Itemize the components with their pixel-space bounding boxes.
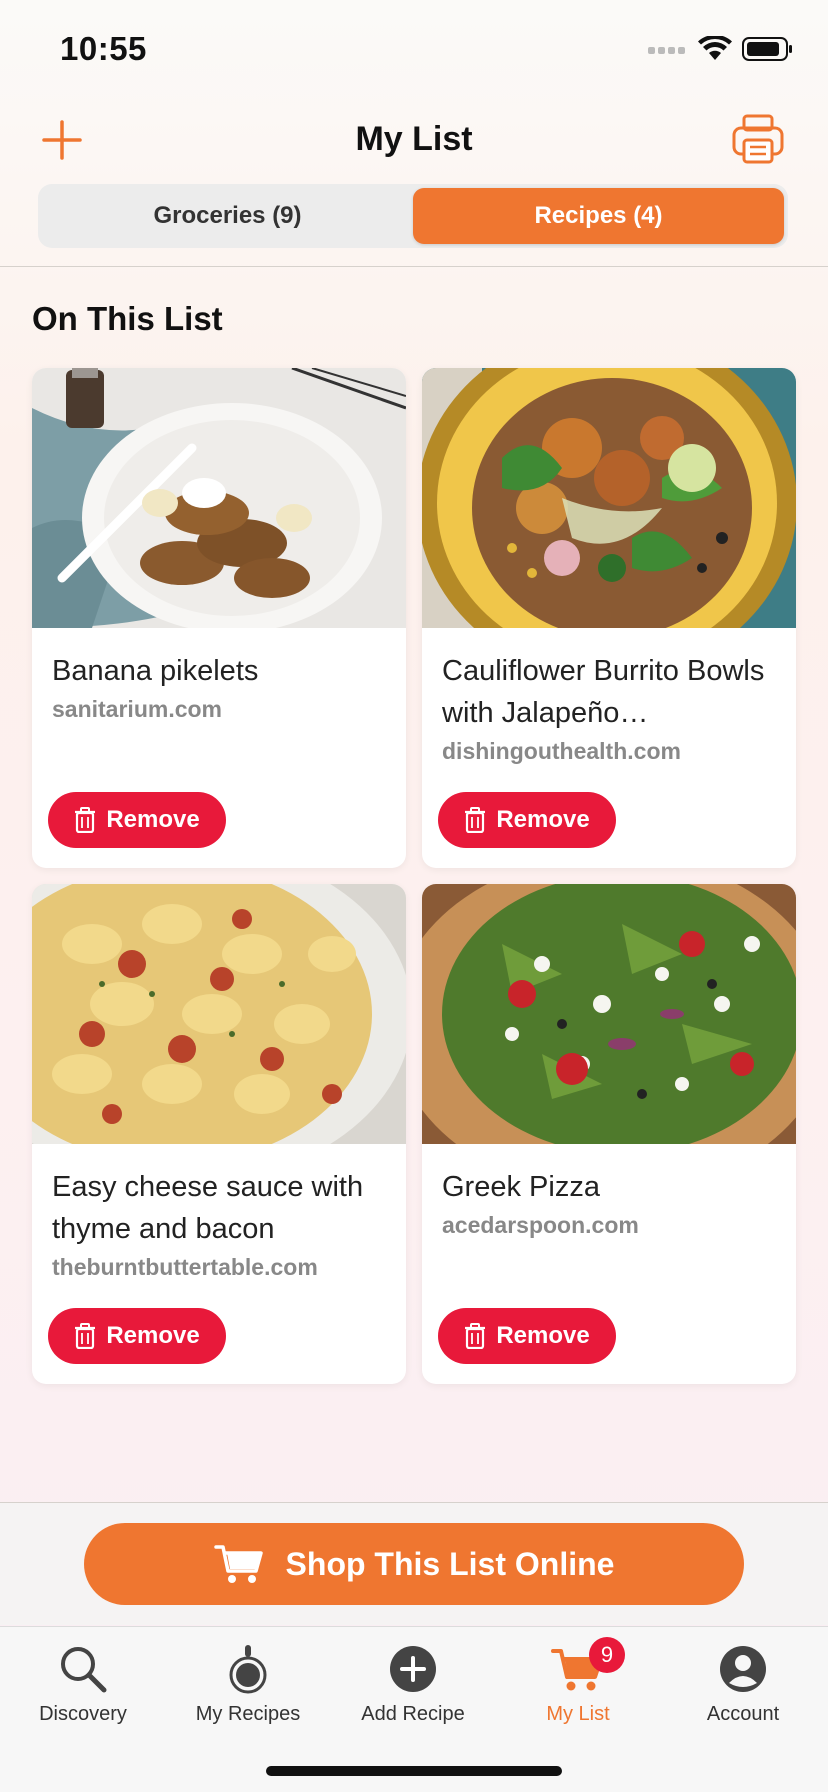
greek-pizza-photo-icon [422, 884, 796, 1144]
search-icon [61, 1647, 107, 1693]
battery-icon [742, 37, 792, 61]
shop-area: Shop This List Online [0, 1503, 828, 1625]
shop-online-label: Shop This List Online [285, 1545, 615, 1582]
pikelets-photo-icon [32, 368, 406, 628]
pot-icon [229, 1645, 267, 1694]
cellular-signal-icon [648, 47, 685, 54]
tab-groceries[interactable]: Groceries (9) [42, 188, 413, 244]
tab-label: My List [546, 1703, 610, 1725]
recipe-card[interactable]: Banana pikelets sanitarium.com Remove [32, 368, 406, 868]
recipe-card[interactable]: Easy cheese sauce with thyme and bacon t… [32, 884, 406, 1384]
remove-label: Remove [106, 806, 200, 833]
tab-discovery[interactable]: Discovery [0, 1639, 166, 1726]
tab-label: Account [706, 1703, 780, 1725]
plus-circle-icon [390, 1646, 436, 1692]
recipe-source: sanitarium.com [52, 696, 222, 722]
trash-icon [75, 1323, 96, 1349]
cart-badge: 9 [589, 1637, 625, 1673]
remove-button[interactable]: Remove [438, 792, 616, 848]
person-icon [720, 1646, 766, 1692]
recipe-image [32, 884, 406, 1144]
recipe-source: dishingouthealth.com [442, 738, 681, 764]
recipe-title: Banana pikelets [52, 655, 259, 687]
print-button[interactable] [732, 114, 784, 164]
remove-label: Remove [106, 1322, 200, 1349]
tab-add-recipe[interactable]: Add Recipe [330, 1639, 496, 1726]
wifi-icon [698, 36, 732, 60]
recipe-title: Greek Pizza [442, 1171, 600, 1203]
recipe-image [32, 368, 406, 628]
printer-icon [732, 114, 784, 164]
recipe-title: Easy cheese sauce with thyme and bacon [52, 1171, 364, 1245]
list-segmented-control: Groceries (9) Recipes (4) [38, 184, 788, 248]
recipe-source: theburntbuttertable.com [52, 1254, 318, 1280]
tab-account[interactable]: Account [660, 1639, 826, 1726]
recipe-grid: Banana pikelets sanitarium.com Remove Ca… [32, 368, 796, 1384]
status-bar: 10:55 [0, 0, 828, 96]
remove-label: Remove [496, 806, 590, 833]
remove-button[interactable]: Remove [48, 1308, 226, 1364]
recipe-card[interactable]: Cauliflower Burrito Bowls with Jalapeño…… [422, 368, 796, 868]
burrito-bowl-photo-icon [422, 368, 796, 628]
shop-online-button[interactable]: Shop This List Online [84, 1523, 744, 1605]
recipe-title: Cauliflower Burrito Bowls with Jalapeño… [442, 655, 765, 729]
status-time: 10:55 [60, 30, 147, 67]
recipe-image [422, 368, 796, 628]
cart-icon [213, 1545, 263, 1583]
nav-header: My List [0, 96, 828, 184]
tab-label: My Recipes [195, 1703, 301, 1725]
recipe-source: acedarspoon.com [442, 1212, 639, 1238]
section-title: On This List [32, 300, 223, 337]
page-title: My List [355, 120, 473, 158]
tab-bar: Discovery My Recipes Add Recipe 9 My Lis… [0, 1626, 828, 1792]
home-indicator [266, 1766, 562, 1776]
trash-icon [465, 1323, 486, 1349]
trash-icon [465, 807, 486, 833]
tab-my-list[interactable]: 9 My List [495, 1637, 661, 1726]
remove-button[interactable]: Remove [48, 792, 226, 848]
tab-my-recipes[interactable]: My Recipes [165, 1639, 331, 1726]
tab-label: Discovery [39, 1703, 127, 1725]
recipe-image [422, 884, 796, 1144]
tab-recipes[interactable]: Recipes (4) [413, 188, 784, 244]
trash-icon [75, 807, 96, 833]
remove-label: Remove [496, 1322, 590, 1349]
cheese-pasta-photo-icon [32, 884, 406, 1144]
tab-label: Add Recipe [361, 1703, 465, 1725]
recipe-card[interactable]: Greek Pizza acedarspoon.com Remove [422, 884, 796, 1384]
remove-button[interactable]: Remove [438, 1308, 616, 1364]
header-divider [0, 266, 828, 267]
status-indicators [648, 36, 794, 62]
